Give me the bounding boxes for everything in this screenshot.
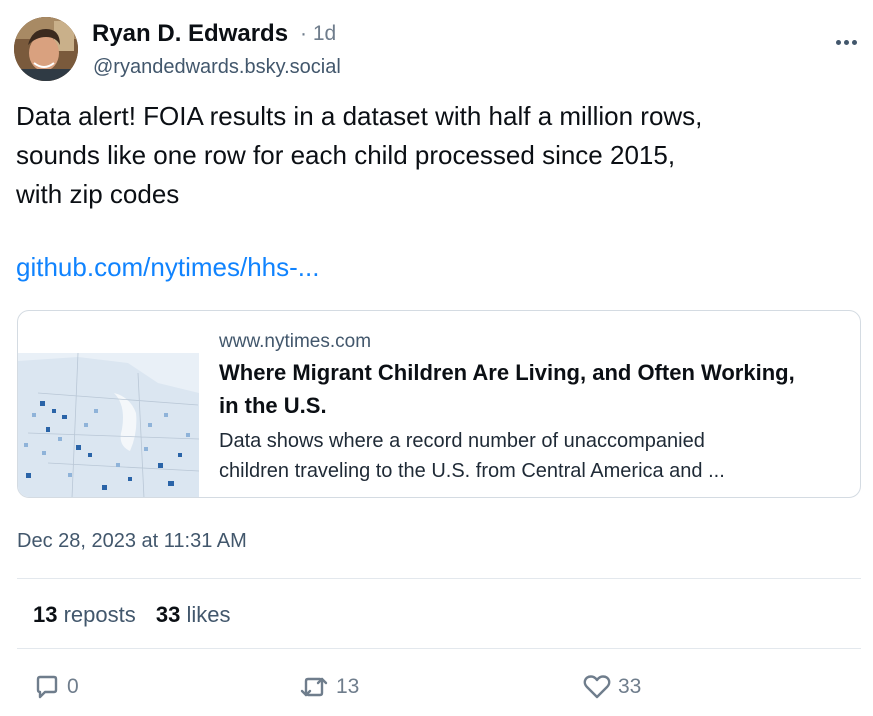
card-thumbnail-map: [18, 353, 199, 497]
more-icon: [843, 39, 849, 45]
post: Ryan D. Edwards · 1d @ryandedwards.bsky.…: [0, 0, 873, 716]
reposts-stat[interactable]: 13 reposts: [33, 602, 136, 627]
reposts-count: 13: [33, 602, 58, 627]
likes-stat[interactable]: 33 likes: [156, 602, 231, 627]
like-count: 33: [618, 675, 642, 698]
more-icon: [835, 39, 841, 45]
reply-button[interactable]: 0: [33, 672, 79, 702]
post-text-line: Data alert! FOIA results in a dataset wi…: [16, 101, 703, 131]
card-description-line: children traveling to the U.S. from Cent…: [219, 460, 725, 482]
reposts-label: reposts: [63, 602, 136, 627]
divider: [17, 648, 861, 649]
post-link[interactable]: github.com/nytimes/hhs-...: [16, 252, 319, 283]
divider: [17, 578, 861, 579]
card-description: Data shows where a record number of unac…: [219, 426, 849, 486]
likes-label: likes: [186, 602, 231, 627]
card-domain: www.nytimes.com: [219, 331, 372, 352]
post-text: Data alert! FOIA results in a dataset wi…: [16, 97, 856, 214]
reply-count: 0: [67, 675, 79, 698]
author-handle[interactable]: @ryandedwards.bsky.social: [93, 56, 341, 79]
link-preview-card[interactable]: www.nytimes.com Where Migrant Children A…: [17, 310, 861, 498]
reply-icon: [36, 675, 58, 699]
avatar[interactable]: [14, 17, 78, 81]
like-button[interactable]: 33: [582, 672, 641, 702]
heart-icon: [583, 675, 611, 699]
likes-count: 33: [155, 602, 181, 627]
card-description-line: Data shows where a record number of unac…: [219, 430, 705, 452]
post-timestamp: Dec 28, 2023 at 11:31 AM: [17, 530, 247, 552]
post-text-line: with zip codes: [16, 179, 180, 209]
post-text-line: sounds like one row for each child proce…: [16, 140, 676, 170]
card-title: Where Migrant Children Are Living, and O…: [219, 360, 795, 418]
repost-button[interactable]: 13: [298, 672, 359, 702]
post-age: · 1d: [300, 22, 337, 45]
repost-icon: [300, 677, 328, 697]
author-name[interactable]: Ryan D. Edwards: [92, 20, 288, 48]
more-options-button[interactable]: [826, 28, 866, 56]
repost-count: 13: [336, 675, 360, 698]
engagement-stats: 13 reposts 33 likes: [33, 602, 245, 628]
more-icon: [851, 39, 857, 45]
